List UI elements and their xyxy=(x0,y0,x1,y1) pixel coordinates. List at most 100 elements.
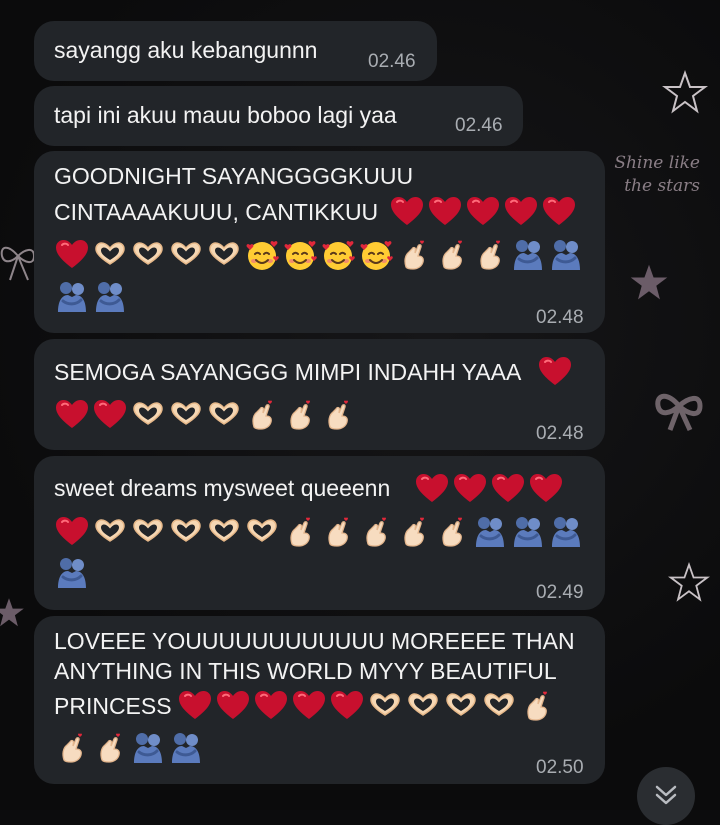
emoji-row xyxy=(54,237,586,273)
heart-emoji xyxy=(253,688,289,724)
message-time: 02.49 xyxy=(536,582,584,603)
bow-icon xyxy=(655,393,703,432)
emoji-row xyxy=(54,397,358,433)
finger-heart-emoji xyxy=(434,237,470,273)
heart-emoji xyxy=(452,471,488,507)
star-outline-icon xyxy=(668,562,710,602)
message-time: 02.46 xyxy=(455,115,503,136)
finger-heart-emoji xyxy=(320,397,356,433)
finger-heart-emoji xyxy=(519,688,555,724)
heart-emoji xyxy=(177,688,213,724)
hand-heart-emoji xyxy=(481,688,517,724)
message-text: GOODNIGHT SAYANGGGGKUUU xyxy=(54,163,414,189)
heart-emoji xyxy=(92,397,128,433)
heart-emoji xyxy=(54,237,90,273)
heart-emoji xyxy=(54,397,90,433)
hand-heart-emoji xyxy=(206,237,242,273)
inline-emoji-row xyxy=(537,354,575,390)
star-outline-icon xyxy=(662,70,708,114)
hand-heart-emoji xyxy=(130,514,166,550)
people-hugging-emoji xyxy=(472,514,508,550)
wallpaper-caption: Shine like the stars xyxy=(614,153,700,196)
hand-heart-emoji xyxy=(244,514,280,550)
message-text: sweet dreams mysweet queeenn xyxy=(54,475,391,501)
heart-emoji xyxy=(465,194,501,230)
message-time: 02.48 xyxy=(536,423,584,444)
people-hugging-emoji xyxy=(54,555,90,591)
hand-heart-emoji xyxy=(92,514,128,550)
emoji-row xyxy=(54,730,206,766)
heart-emoji xyxy=(329,688,365,724)
inline-emoji-row xyxy=(414,471,566,507)
hand-heart-emoji xyxy=(92,237,128,273)
smiling-face-hearts-emoji xyxy=(320,237,356,273)
bow-icon xyxy=(0,246,36,281)
message-bubble[interactable]: SEMOGA SAYANGGG MIMPI INDAHH YAAA 02.48 xyxy=(34,339,605,450)
finger-heart-emoji xyxy=(54,730,90,766)
people-hugging-emoji xyxy=(510,237,546,273)
hand-heart-emoji xyxy=(168,237,204,273)
finger-heart-emoji xyxy=(282,397,318,433)
people-hugging-emoji xyxy=(548,514,584,550)
double-chevron-down-icon xyxy=(655,785,677,805)
finger-heart-emoji xyxy=(282,514,318,550)
inline-emoji-row xyxy=(177,688,557,724)
people-hugging-emoji xyxy=(548,237,584,273)
message-bubble[interactable]: LOVEEE YOUUUUUUUUUUUU MOREEEE THAN ANYTH… xyxy=(34,616,605,784)
heart-emoji xyxy=(389,194,425,230)
finger-heart-emoji xyxy=(244,397,280,433)
star-filled-icon xyxy=(630,264,668,300)
people-hugging-emoji xyxy=(510,514,546,550)
hand-heart-emoji xyxy=(206,514,242,550)
smiling-face-hearts-emoji xyxy=(282,237,318,273)
heart-emoji xyxy=(215,688,251,724)
heart-emoji xyxy=(503,194,539,230)
heart-emoji xyxy=(528,471,564,507)
finger-heart-emoji xyxy=(320,514,356,550)
message-time: 02.50 xyxy=(536,757,584,778)
finger-heart-emoji xyxy=(92,730,128,766)
heart-emoji xyxy=(414,471,450,507)
message-bubble[interactable]: GOODNIGHT SAYANGGGGKUUU CINTAAAAKUUU, CA… xyxy=(34,151,605,333)
message-bubble[interactable]: sayangg aku kebangunnn 02.46 xyxy=(34,21,437,81)
message-text: SEMOGA SAYANGGG MIMPI INDAHH YAAA xyxy=(54,359,522,385)
hand-heart-emoji xyxy=(443,688,479,724)
finger-heart-emoji xyxy=(472,237,508,273)
message-text: LOVEEE YOUUUUUUUUUUUU MOREEEE THAN xyxy=(54,628,575,654)
finger-heart-emoji xyxy=(434,514,470,550)
heart-emoji xyxy=(291,688,327,724)
heart-emoji xyxy=(537,354,573,390)
star-filled-icon xyxy=(0,598,24,627)
message-text: CINTAAAAKUUU, CANTIKKUU xyxy=(54,199,379,225)
smiling-face-hearts-emoji xyxy=(358,237,394,273)
emoji-row xyxy=(54,279,130,315)
finger-heart-emoji xyxy=(358,514,394,550)
hand-heart-emoji xyxy=(367,688,403,724)
message-bubble[interactable]: tapi ini akuu mauu boboo lagi yaa 02.46 xyxy=(34,86,523,146)
people-hugging-emoji xyxy=(92,279,128,315)
message-time: 02.48 xyxy=(536,307,584,328)
message-time: 02.46 xyxy=(368,51,416,72)
message-bubble[interactable]: sweet dreams mysweet queeenn 02.49 xyxy=(34,456,605,610)
smiling-face-hearts-emoji xyxy=(244,237,280,273)
hand-heart-emoji xyxy=(130,237,166,273)
people-hugging-emoji xyxy=(130,730,166,766)
heart-emoji xyxy=(490,471,526,507)
heart-emoji xyxy=(54,514,90,550)
message-text: tapi ini akuu mauu boboo lagi yaa xyxy=(54,102,397,128)
inline-emoji-row xyxy=(389,194,579,230)
message-text: sayangg aku kebangunnn xyxy=(54,37,318,63)
message-text: ANYTHING IN THIS WORLD MYYY BEAUTIFUL xyxy=(54,658,557,684)
people-hugging-emoji xyxy=(54,279,90,315)
scroll-to-bottom-button[interactable] xyxy=(637,767,695,825)
hand-heart-emoji xyxy=(405,688,441,724)
hand-heart-emoji xyxy=(130,397,166,433)
emoji-row xyxy=(54,514,586,550)
people-hugging-emoji xyxy=(168,730,204,766)
finger-heart-emoji xyxy=(396,514,432,550)
heart-emoji xyxy=(427,194,463,230)
hand-heart-emoji xyxy=(206,397,242,433)
message-text: PRINCESS xyxy=(54,693,172,719)
hand-heart-emoji xyxy=(168,397,204,433)
hand-heart-emoji xyxy=(168,514,204,550)
